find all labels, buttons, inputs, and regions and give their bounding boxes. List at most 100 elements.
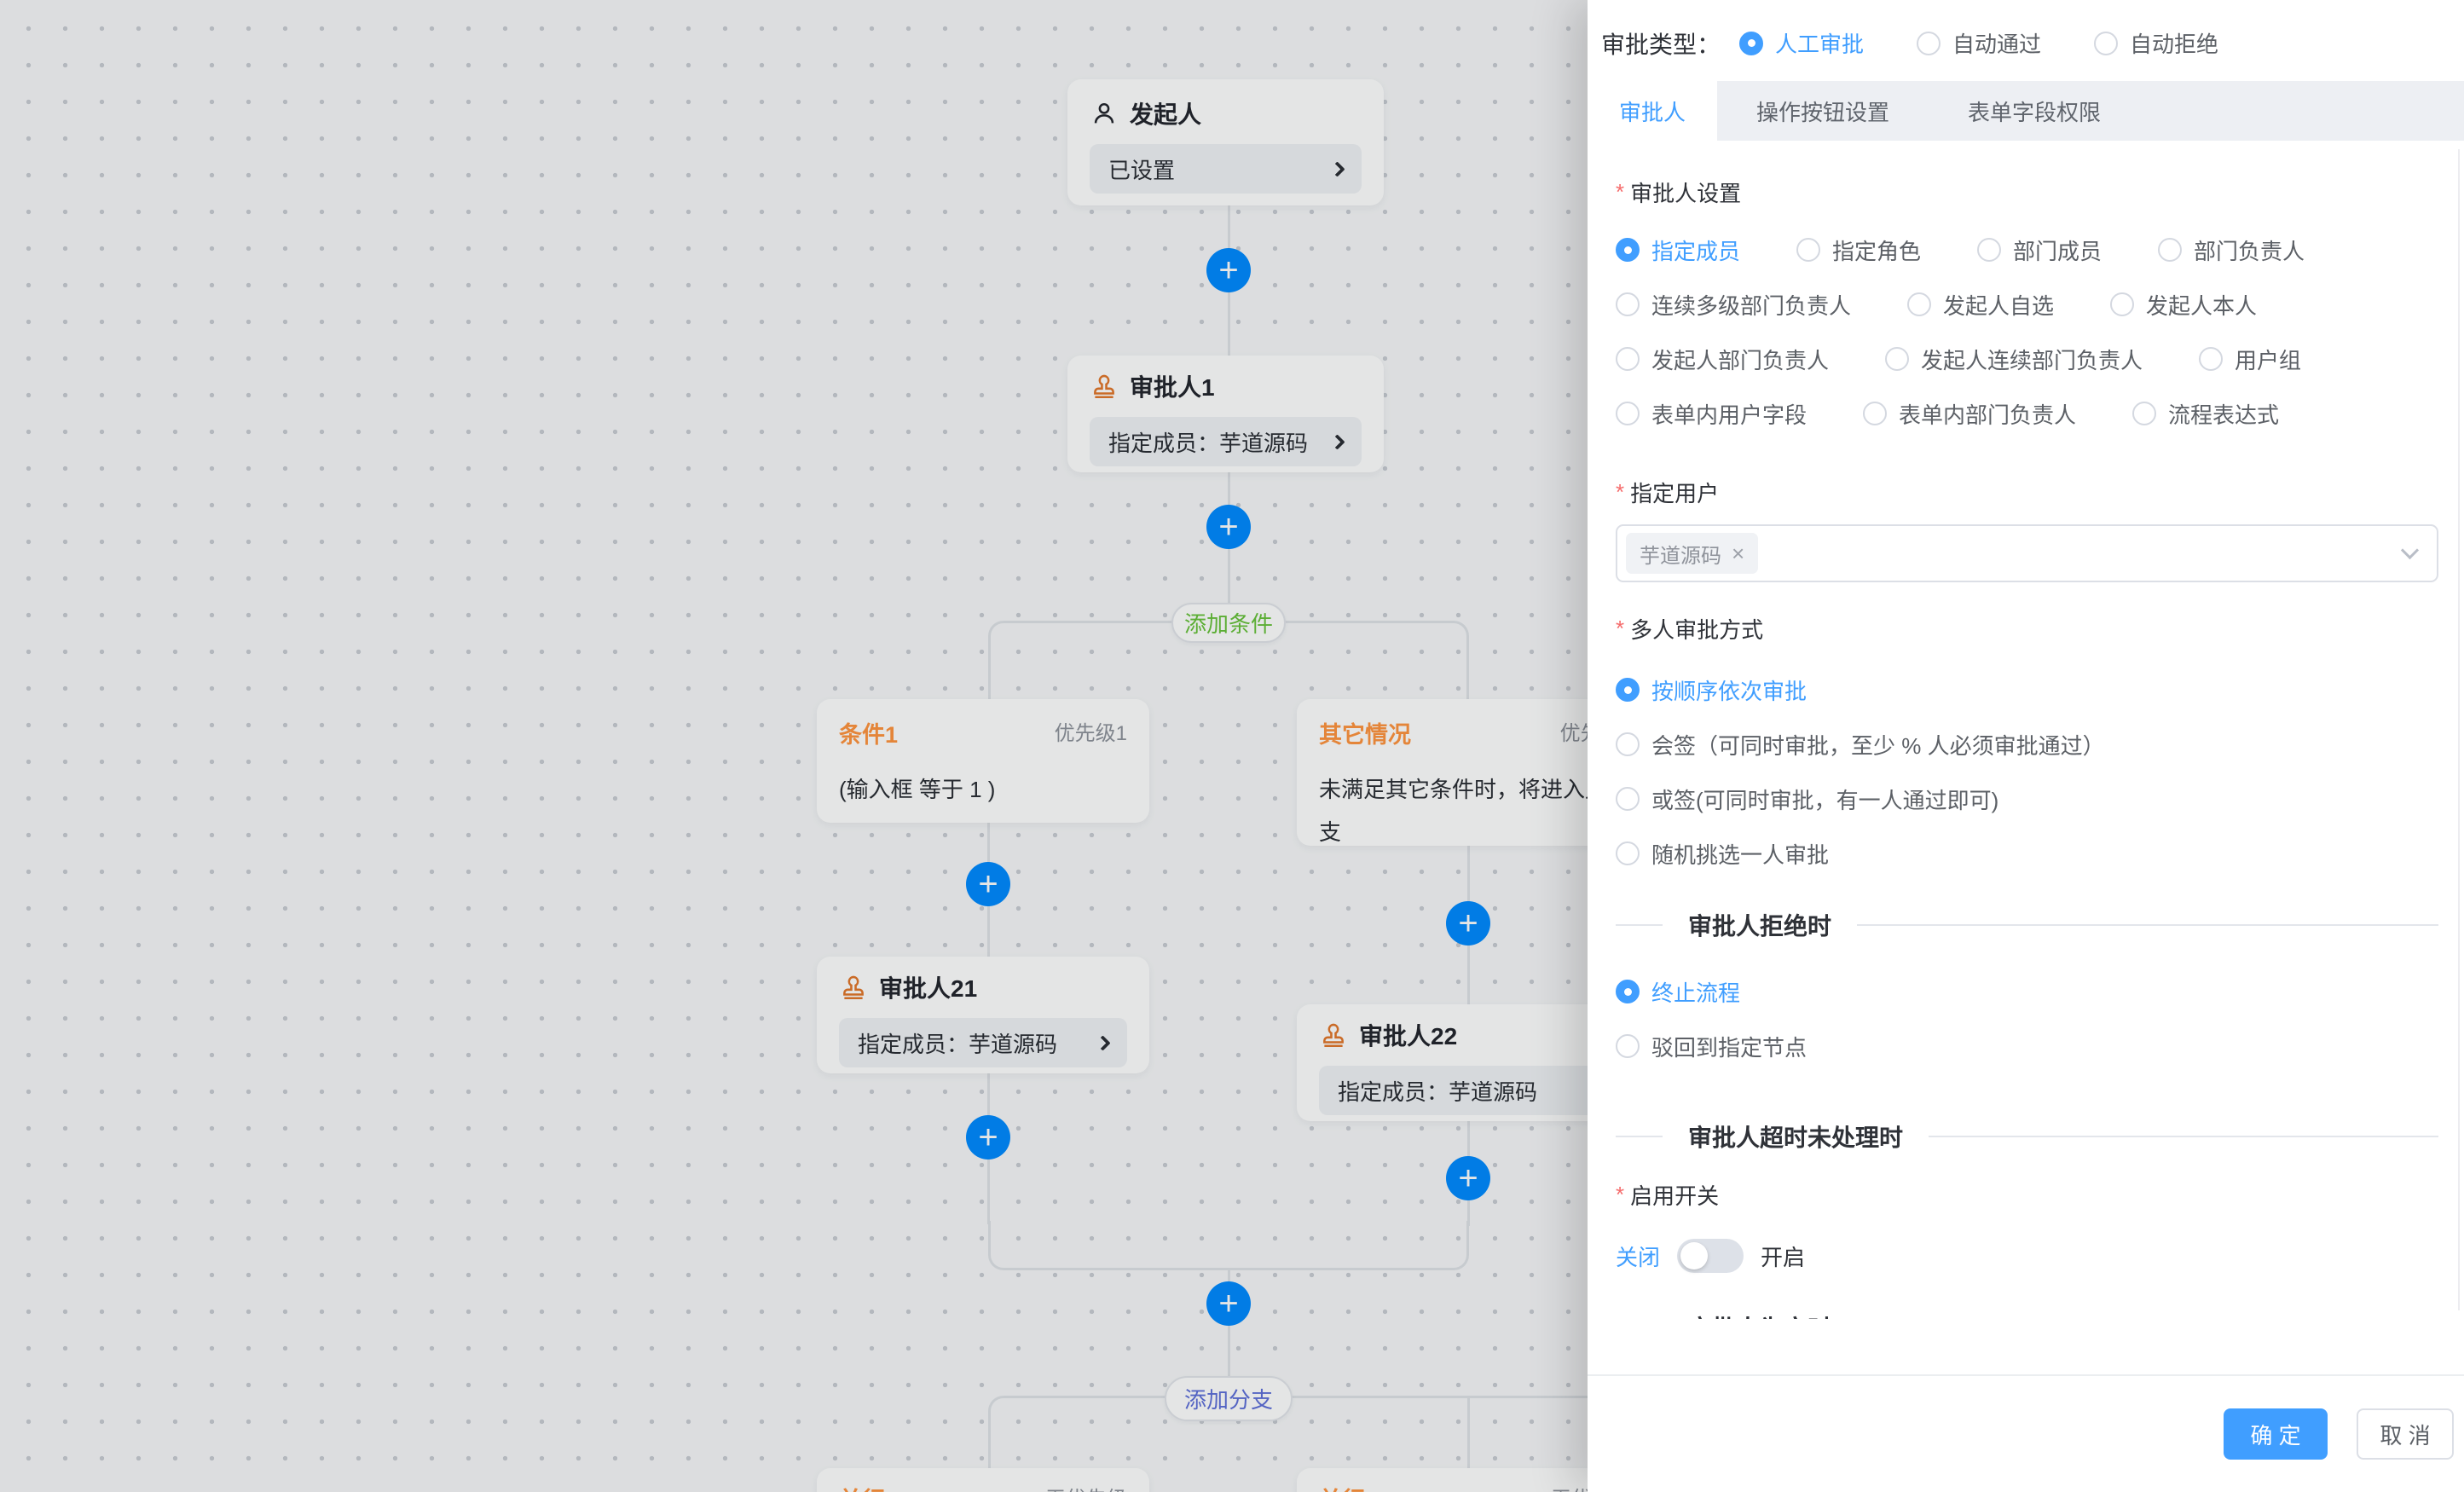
radio-assign-role[interactable]: 指定角色 bbox=[1796, 234, 1921, 266]
required-asterisk: * bbox=[1616, 616, 1624, 642]
scrollbar-rail[interactable] bbox=[2458, 149, 2460, 1310]
radio-starter-self[interactable]: 发起人本人 bbox=[2110, 289, 2257, 321]
flow-node-start[interactable]: 发起人 已设置 bbox=[1067, 79, 1384, 205]
radio-label: 按顺序依次审批 bbox=[1651, 674, 1807, 706]
flow-node-approver1[interactable]: 审批人1 指定成员：芋道源码 bbox=[1067, 356, 1384, 472]
add-condition-label: 添加条件 bbox=[1184, 607, 1273, 639]
radio-icon bbox=[2132, 402, 2156, 425]
radio-label: 自动通过 bbox=[1952, 27, 2041, 59]
approver-setting-options: 指定成员 指定角色 部门成员 部门负责人 bbox=[1616, 223, 2438, 441]
switch-knob bbox=[1680, 1242, 1708, 1269]
flow-node-approver21[interactable]: 审批人21 指定成员：芋道源码 bbox=[817, 957, 1149, 1073]
radio-multi-level-dept-leader[interactable]: 连续多级部门负责人 bbox=[1616, 289, 1851, 321]
tab-button-settings[interactable]: 操作按钮设置 bbox=[1717, 81, 1929, 141]
radio-label: 用户组 bbox=[2235, 344, 2301, 375]
add-node-button[interactable]: + bbox=[1206, 1281, 1251, 1326]
assigned-user-select[interactable]: 芋道源码 × bbox=[1616, 524, 2438, 582]
plus-icon: + bbox=[1458, 906, 1478, 940]
radio-label: 部门成员 bbox=[2013, 234, 2102, 266]
divider-line bbox=[1616, 924, 1663, 926]
radio-starter-multi-dept-leader[interactable]: 发起人连续部门负责人 bbox=[1885, 344, 2143, 375]
condition-description: 未满足其它条件时，将进入此分支 bbox=[1319, 768, 1633, 853]
radio-form-dept-leader[interactable]: 表单内部门负责人 bbox=[1863, 398, 2076, 430]
flow-node-condition1[interactable]: 条件1 优先级1 (输入框 等于 1 ) bbox=[817, 699, 1149, 823]
multi-mode-options: 按顺序依次审批 会签（可同时审批，至少 % 人必须审批通过） 或签(可同时审批，… bbox=[1616, 662, 2438, 881]
confirm-button[interactable]: 确 定 bbox=[2224, 1408, 2328, 1460]
timeout-switch-row: 关闭 开启 bbox=[1616, 1232, 2438, 1280]
node-summary-row[interactable]: 指定成员：芋道源码 bbox=[1090, 417, 1362, 466]
add-node-button[interactable]: + bbox=[1446, 901, 1490, 946]
radio-label: 终止流程 bbox=[1651, 976, 1740, 1008]
add-node-button[interactable]: + bbox=[966, 1115, 1010, 1159]
field-label-text: 指定用户 bbox=[1630, 477, 1719, 508]
radio-starter-select[interactable]: 发起人自选 bbox=[1907, 289, 2054, 321]
approver-config-drawer: 审批类型： 人工审批 自动通过 自动拒绝 审批人 操作按钮设置 表单字 bbox=[1588, 0, 2464, 1492]
radio-form-user-field[interactable]: 表单内用户字段 bbox=[1616, 398, 1807, 430]
radio-label: 驳回到指定节点 bbox=[1651, 1031, 1807, 1062]
radio-process-expression[interactable]: 流程表达式 bbox=[2132, 398, 2279, 430]
plus-icon: + bbox=[1218, 253, 1238, 287]
radio-dept-leader[interactable]: 部门负责人 bbox=[2158, 234, 2305, 266]
radio-icon bbox=[1907, 292, 1931, 316]
condition-priority: 优先级1 bbox=[1055, 716, 1127, 746]
radio-label: 指定成员 bbox=[1651, 234, 1740, 266]
radio-auto-reject[interactable]: 自动拒绝 bbox=[2094, 27, 2218, 59]
radio-random-one[interactable]: 随机挑选一人审批 bbox=[1616, 838, 1829, 870]
add-node-button[interactable]: + bbox=[1206, 248, 1251, 292]
radio-icon bbox=[1616, 1034, 1640, 1058]
stamp-icon bbox=[1090, 372, 1119, 401]
node-summary-row[interactable]: 已设置 bbox=[1090, 144, 1362, 194]
condition-title: 其它情况 bbox=[1319, 716, 1411, 749]
divider-title: 审批人拒绝时 bbox=[1663, 908, 1857, 942]
condition-branch-join bbox=[988, 1221, 1469, 1270]
radio-label: 或签(可同时审批，有一人通过即可) bbox=[1651, 784, 1998, 815]
radio-manual-approve[interactable]: 人工审批 bbox=[1739, 27, 1864, 59]
radio-icon bbox=[1616, 841, 1640, 865]
multi-mode-label: * 多人审批方式 bbox=[1616, 611, 2438, 645]
flow-node-parallel1[interactable]: 并行1 无优先级 bbox=[817, 1468, 1149, 1492]
add-node-button[interactable]: + bbox=[966, 862, 1010, 906]
add-node-button[interactable]: + bbox=[1446, 1156, 1490, 1200]
chevron-down-icon bbox=[2401, 541, 2419, 558]
tag-remove-icon[interactable]: × bbox=[1732, 542, 1744, 564]
tab-form-field-permission[interactable]: 表单字段权限 bbox=[1929, 81, 2140, 141]
add-branch-button[interactable]: 添加分支 bbox=[1165, 1376, 1293, 1421]
condition-expression: (输入框 等于 1 ) bbox=[839, 768, 1127, 811]
radio-auto-pass[interactable]: 自动通过 bbox=[1917, 27, 2041, 59]
radio-orsign[interactable]: 或签(可同时审批，有一人通过即可) bbox=[1616, 784, 1998, 815]
radio-starter-dept-leader[interactable]: 发起人部门负责人 bbox=[1616, 344, 1829, 375]
empty-approver-section-divider: 审批人为空时 bbox=[1616, 1309, 2438, 1319]
radio-terminate-process[interactable]: 终止流程 bbox=[1616, 976, 1740, 1008]
required-asterisk: * bbox=[1616, 179, 1624, 205]
radio-dept-member[interactable]: 部门成员 bbox=[1977, 234, 2102, 266]
radio-label: 发起人本人 bbox=[2146, 289, 2257, 321]
radio-assign-member[interactable]: 指定成员 bbox=[1616, 234, 1740, 266]
timeout-enable-switch[interactable] bbox=[1677, 1239, 1744, 1273]
radio-label: 表单内部门负责人 bbox=[1899, 398, 2076, 430]
radio-user-group[interactable]: 用户组 bbox=[2199, 344, 2301, 375]
radio-countersign[interactable]: 会签（可同时审批，至少 % 人必须审批通过） bbox=[1616, 729, 2105, 760]
node-summary: 已设置 bbox=[1108, 153, 1175, 185]
radio-label: 随机挑选一人审批 bbox=[1651, 838, 1829, 870]
radio-icon bbox=[2158, 238, 2182, 262]
config-tabs: 审批人 操作按钮设置 表单字段权限 bbox=[1588, 81, 2464, 141]
add-branch-label: 添加分支 bbox=[1184, 1383, 1273, 1414]
node-summary-row[interactable]: 指定成员：芋道源码 bbox=[1319, 1066, 1633, 1115]
switch-on-label: 开启 bbox=[1761, 1240, 1805, 1272]
radio-icon bbox=[1616, 980, 1640, 1003]
plus-icon: + bbox=[1458, 1161, 1478, 1195]
radio-return-to-node[interactable]: 驳回到指定节点 bbox=[1616, 1031, 1807, 1062]
node-summary-row[interactable]: 指定成员：芋道源码 bbox=[839, 1018, 1127, 1067]
field-label-text: 启用开关 bbox=[1630, 1179, 1719, 1211]
cancel-button[interactable]: 取 消 bbox=[2357, 1408, 2454, 1460]
radio-sequential-approve[interactable]: 按顺序依次审批 bbox=[1616, 674, 1807, 706]
drawer-body[interactable]: * 审批人设置 指定成员 指定角色 部门成员 bbox=[1588, 141, 2464, 1319]
tab-approver[interactable]: 审批人 bbox=[1588, 81, 1717, 141]
radio-label: 部门负责人 bbox=[2194, 234, 2305, 266]
radio-icon bbox=[1796, 238, 1820, 262]
add-condition-button[interactable]: 添加条件 bbox=[1171, 603, 1286, 643]
divider-line bbox=[1857, 924, 2438, 926]
connector-line bbox=[1467, 1396, 1470, 1468]
add-node-button[interactable]: + bbox=[1206, 505, 1251, 549]
approve-type-label: 审批类型： bbox=[1601, 26, 1721, 61]
